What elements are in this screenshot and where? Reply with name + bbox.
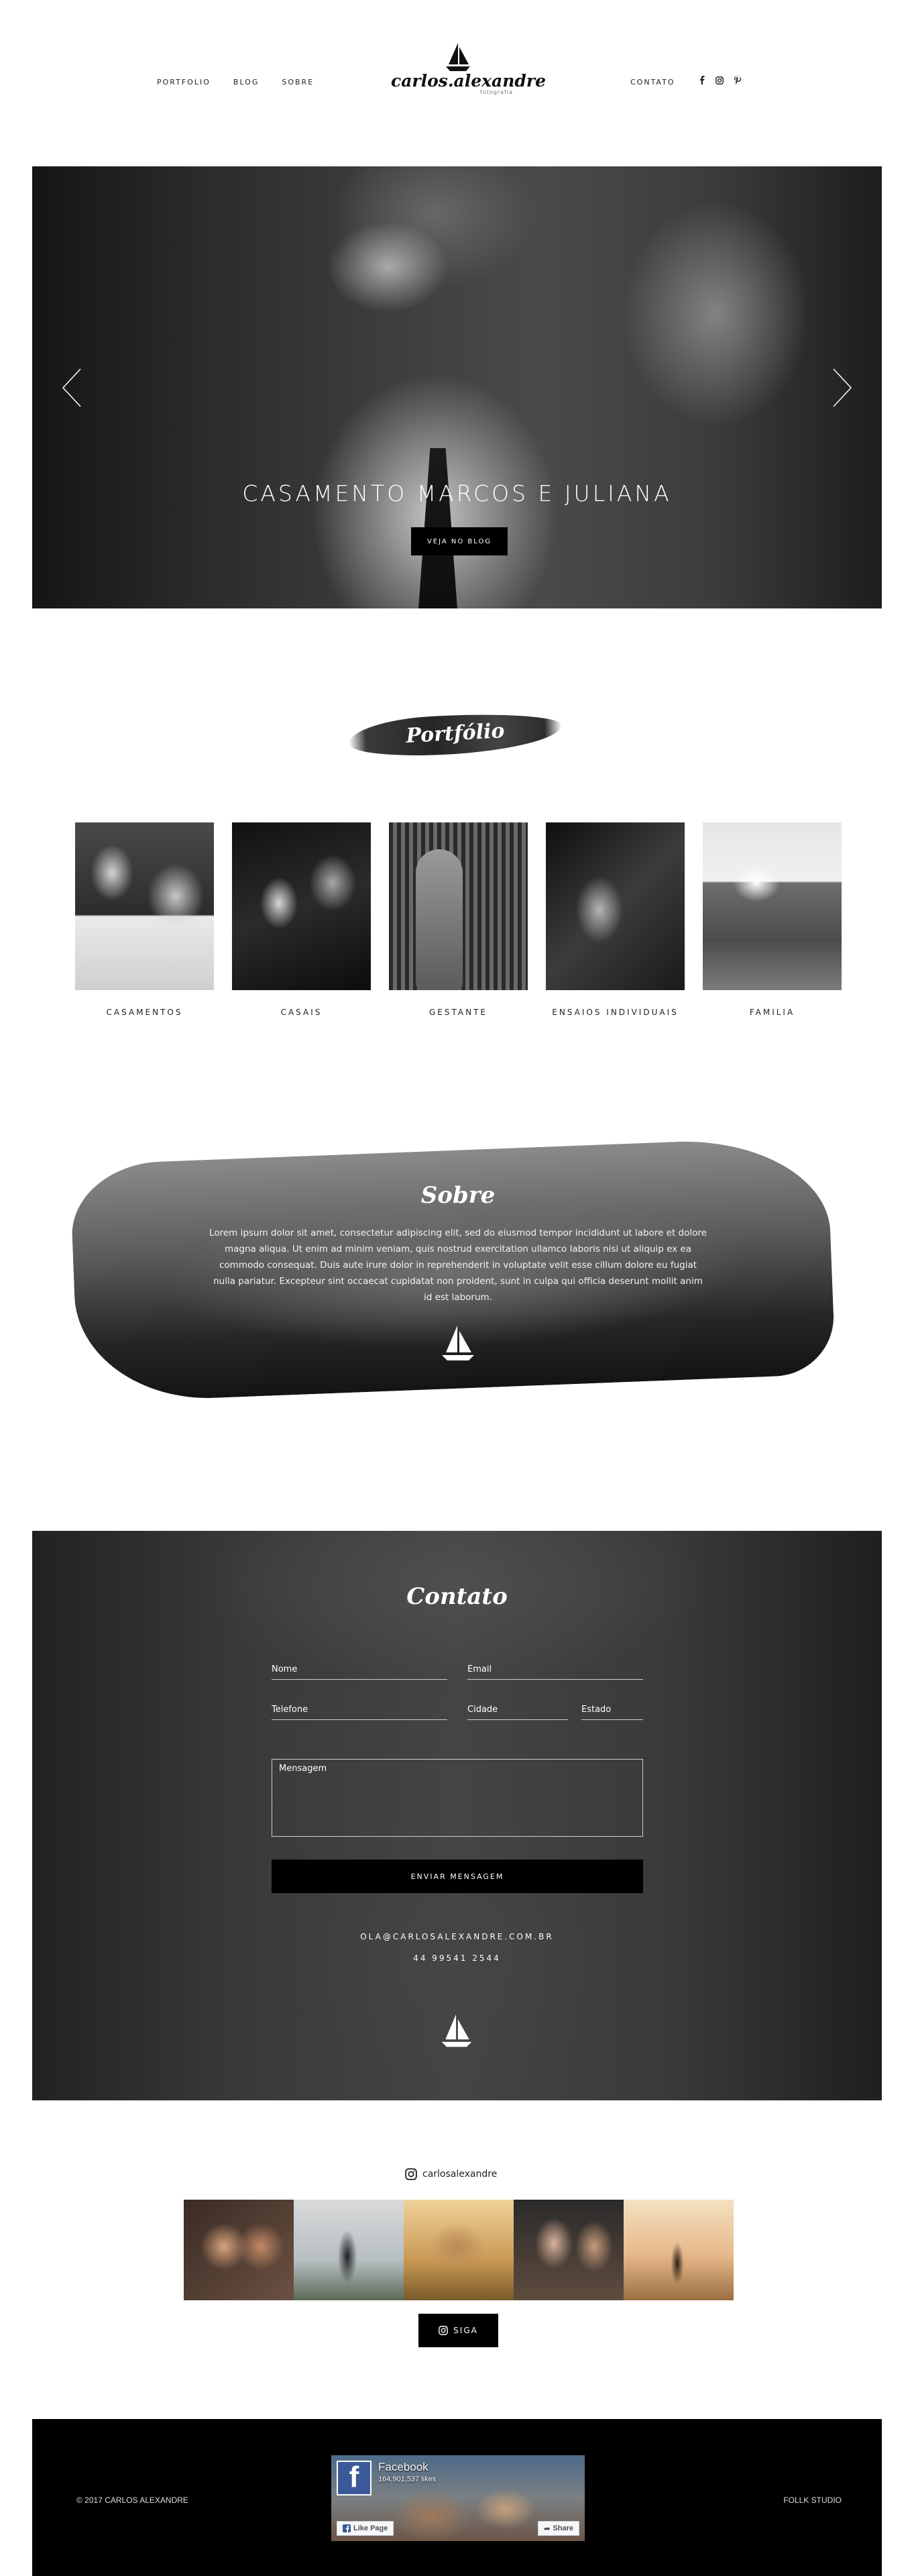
follow-button-label: SIGA xyxy=(453,2326,478,2335)
studio-credit[interactable]: FOLLK STUDIO xyxy=(783,2496,842,2505)
facebook-page-widget[interactable]: f Facebook 164,901,537 likes Like Page ➦… xyxy=(331,2455,585,2541)
slider-next-arrow-icon[interactable] xyxy=(828,368,855,408)
instagram-handle[interactable]: carlosalexandre xyxy=(405,2168,497,2180)
facebook-icon[interactable] xyxy=(699,76,705,85)
phone-field xyxy=(272,1700,447,1720)
city-field xyxy=(467,1700,568,1720)
hero-title: CASAMENTO MARCOS E JULIANA xyxy=(242,480,672,506)
instagram-feed xyxy=(184,2200,734,2300)
share-arrow-icon: ➦ xyxy=(544,2524,551,2533)
nav-link-contato[interactable]: CONTATO xyxy=(630,78,675,87)
portfolio-title: Portfólio xyxy=(405,719,506,748)
logo-name: carlos.alexandre xyxy=(391,71,546,91)
share-label: Share xyxy=(553,2524,573,2532)
site-logo[interactable]: carlos.alexandre fotografia xyxy=(391,42,546,111)
portfolio-image-ensaios xyxy=(546,822,685,990)
instagram-follow-button[interactable]: SIGA xyxy=(418,2314,498,2347)
slider-prev-arrow-icon[interactable] xyxy=(59,368,86,408)
instagram-photo[interactable] xyxy=(184,2200,294,2300)
portfolio-label: CASAIS xyxy=(280,1008,323,1017)
sobre-title: Sobre xyxy=(420,1182,496,1209)
portfolio-card-ensaios[interactable]: ENSAIOS INDIVIDUAIS xyxy=(546,822,685,1017)
contact-phone: 44 99541 2544 xyxy=(413,1953,501,1963)
email-input[interactable] xyxy=(467,1660,643,1679)
pinterest-icon[interactable] xyxy=(734,76,741,85)
message-field xyxy=(272,1759,643,1837)
sobre-text: Lorem ipsum dolor sit amet, consectetur … xyxy=(209,1228,707,1303)
message-input[interactable] xyxy=(279,1764,636,1832)
portfolio-label: FAMILIA xyxy=(749,1008,795,1017)
state-field xyxy=(581,1700,643,1720)
facebook-icon xyxy=(343,2524,351,2532)
instagram-photo[interactable] xyxy=(294,2200,404,2300)
portfolio-card-familia[interactable]: FAMILIA xyxy=(703,822,842,1017)
main-nav: PORTFOLIO BLOG SOBRE xyxy=(157,78,314,87)
phone-input[interactable] xyxy=(272,1700,447,1719)
portfolio-label: GESTANTE xyxy=(429,1008,488,1017)
instagram-icon xyxy=(405,2168,417,2180)
portfolio-image-casais xyxy=(232,822,371,990)
portfolio-categories: CASAMENTOS CASAIS GESTANTE ENSAIOS INDIV… xyxy=(75,822,842,1017)
portfolio-card-casamentos[interactable]: CASAMENTOS xyxy=(75,822,214,1017)
portfolio-image-gestante xyxy=(389,822,528,990)
name-input[interactable] xyxy=(272,1660,447,1679)
portfolio-card-gestante[interactable]: GESTANTE xyxy=(389,822,528,1017)
sailboat-logo-icon xyxy=(446,43,470,71)
send-message-button[interactable]: ENVIAR MENSAGEM xyxy=(272,1860,643,1893)
facebook-like-page-button[interactable]: Like Page xyxy=(337,2521,394,2536)
instagram-icon xyxy=(439,2326,448,2335)
state-input[interactable] xyxy=(581,1700,643,1719)
portfolio-label: ENSAIOS INDIVIDUAIS xyxy=(552,1008,679,1017)
contact-email[interactable]: OLA@CARLOSALEXANDRE.COM.BR xyxy=(32,1932,882,1941)
instagram-handle-text: carlosalexandre xyxy=(422,2169,498,2180)
nav-link-sobre[interactable]: SOBRE xyxy=(282,78,314,87)
facebook-logo-icon: f xyxy=(337,2461,371,2496)
city-input[interactable] xyxy=(467,1700,568,1719)
social-links xyxy=(699,76,741,85)
nav-link-blog[interactable]: BLOG xyxy=(233,78,259,87)
sailboat-icon xyxy=(442,1326,474,1360)
instagram-photo[interactable] xyxy=(624,2200,734,2300)
email-field xyxy=(467,1660,643,1680)
facebook-page-name: Facebook xyxy=(378,2461,428,2473)
hero-slider: CASAMENTO MARCOS E JULIANA VEJA NO BLOG xyxy=(32,166,882,608)
portfolio-heading-brush: Portfólio xyxy=(347,709,563,760)
facebook-like-count: 164,901,537 likes xyxy=(378,2475,437,2483)
portfolio-image-casamentos xyxy=(75,822,214,990)
sailboat-icon xyxy=(441,2014,472,2047)
portfolio-card-casais[interactable]: CASAIS xyxy=(232,822,371,1017)
instagram-icon[interactable] xyxy=(715,76,724,85)
name-field xyxy=(272,1660,447,1680)
footer: © 2017 CARLOS ALEXANDRE f Facebook 164,9… xyxy=(32,2419,882,2576)
portfolio-image-familia xyxy=(703,822,842,990)
like-page-label: Like Page xyxy=(353,2524,388,2532)
contato-title: Contato xyxy=(406,1583,508,1610)
contact-section: Contato ENVIAR MENSAGEM OLA@CARLOSALEXAN… xyxy=(32,1531,882,2100)
nav-link-portfolio[interactable]: PORTFOLIO xyxy=(157,78,211,87)
facebook-share-button[interactable]: ➦ Share xyxy=(538,2521,579,2536)
instagram-photo[interactable] xyxy=(514,2200,624,2300)
copyright-text: © 2017 CARLOS ALEXANDRE xyxy=(76,2496,188,2505)
hero-blog-button[interactable]: VEJA NO BLOG xyxy=(411,527,508,555)
instagram-photo[interactable] xyxy=(404,2200,514,2300)
portfolio-label: CASAMENTOS xyxy=(106,1008,183,1017)
